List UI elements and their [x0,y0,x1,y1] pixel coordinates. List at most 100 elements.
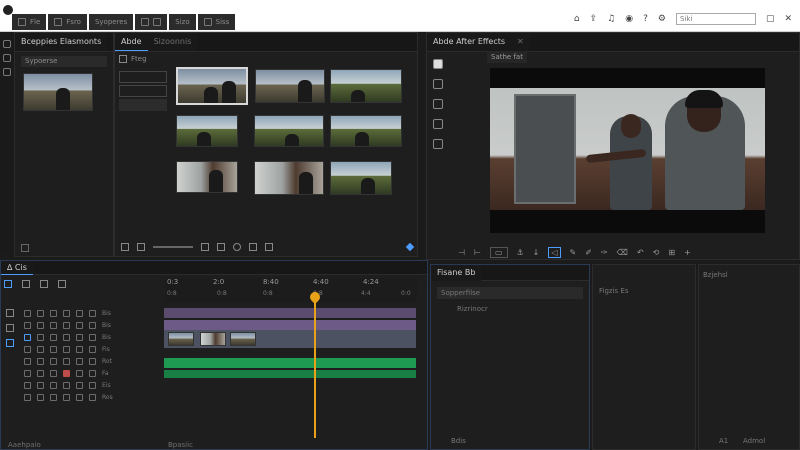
track-row-5[interactable]: Rot [24,356,166,366]
share-icon[interactable]: ⇪ [590,14,598,24]
properties-search[interactable]: Sopperfilse [437,287,583,299]
timeline-bottom-mid[interactable]: Bpasiic [168,441,193,449]
mask-tool-icon[interactable] [433,139,443,149]
marker-add-icon[interactable] [40,280,48,288]
audio-clip-2[interactable] [164,370,416,378]
delete-icon[interactable] [265,243,273,251]
shape-tool-icon[interactable] [433,99,443,109]
wrench-icon[interactable] [58,280,66,288]
bell-icon[interactable]: ♫ [607,14,615,24]
tab-timeline[interactable]: ∆ Cis [1,261,33,275]
track-row-4[interactable]: Fis [24,344,166,354]
lock-icon[interactable] [3,40,11,48]
folder-icon[interactable] [119,55,127,63]
menu-clip[interactable]: Syoperes [88,14,134,30]
settings-icon[interactable]: ⚙ [658,14,666,24]
timeline-ruler[interactable]: 0:3 2:0 8:40 4:40 4:24 0:8 0:8 0:8 0:8 4… [165,278,417,302]
new-item-icon[interactable] [249,243,257,251]
track-row-1[interactable]: Bis [24,308,166,318]
project-search[interactable]: Sypoerse [21,56,107,67]
clip-thumbnail-3[interactable] [330,69,402,103]
mark-out-icon[interactable]: ⊢ [474,248,481,257]
eraser-icon[interactable]: ⌫ [617,248,628,257]
clip-thumbnail-5[interactable] [254,115,324,147]
video-clip-main[interactable] [164,320,416,330]
tab-close-icon[interactable]: ✕ [511,33,530,51]
video-clip-top[interactable] [164,308,416,318]
eye-icon[interactable] [6,309,14,317]
user-icon[interactable]: ◉ [625,14,633,24]
snap-icon[interactable] [4,280,12,288]
track-row-3[interactable]: Bis [24,332,166,342]
search-icon[interactable] [233,243,241,251]
sidebar-item-3[interactable] [119,99,167,111]
clip-thumbnail-4[interactable] [176,115,238,147]
menu-file[interactable]: Fle [12,14,47,30]
track-row-8[interactable]: Ros [24,392,166,402]
track-row-7[interactable]: Eis [24,380,166,390]
menu-help[interactable]: Siss [197,14,236,30]
tab-project-elements[interactable]: Bceppies Elasmonts [15,33,108,51]
zoom-display[interactable]: ▭ [489,246,508,258]
window-max-button[interactable]: ▢ [766,14,775,24]
lock-track-icon[interactable] [6,339,14,347]
clip-frame-1 [168,332,194,346]
refresh-icon[interactable] [3,54,11,62]
clip-thumbnail-8[interactable] [254,161,324,195]
grid-icon-2[interactable]: ⊞ [668,248,675,257]
list-icon[interactable] [3,68,11,76]
property-item[interactable]: Rizrinocr [437,303,583,315]
title-bar: Fle Fsro Syoperes Sizo Siss ⌂ ⇪ ♫ ◉ ? ⚙ … [0,0,800,32]
panel-menu-icon[interactable] [21,244,29,252]
clip-thumbnail-9[interactable] [330,161,392,195]
list-view-icon[interactable] [121,243,129,251]
play-button[interactable]: ◁ [548,246,561,258]
clip-thumbnail-1[interactable] [176,67,248,105]
brush-icon[interactable]: ✐ [585,248,592,257]
clip-thumbnail-2[interactable] [255,69,325,103]
home-icon[interactable]: ⌂ [574,14,580,24]
undo-icon[interactable]: ↶ [637,248,644,257]
menu-sequence[interactable] [135,14,168,30]
linked-icon[interactable] [22,280,30,288]
pen-tool-icon[interactable] [433,79,443,89]
marker-icon[interactable]: ✑ [601,248,608,257]
anchor-icon[interactable]: ⚓ [517,248,524,257]
audio-clip-1[interactable] [164,358,416,368]
sidebar-item-2[interactable] [119,85,167,97]
more-icon[interactable]: + [684,248,691,257]
mark-in-icon[interactable]: ⊣ [458,248,465,257]
help-icon[interactable]: ? [643,14,648,24]
tab-media[interactable]: Abde [115,33,148,51]
text-tool-icon[interactable] [433,119,443,129]
clip-thumbnail-6[interactable] [330,115,402,147]
tab-properties[interactable]: Fisane Bb [431,265,482,281]
track-row-6[interactable]: Fa [24,368,166,378]
audio-footer-right[interactable]: Admol [743,435,765,447]
menu-edit[interactable]: Fsro [48,14,87,30]
sort-icon[interactable] [201,243,209,251]
playhead[interactable] [314,292,316,438]
video-viewer[interactable] [490,68,765,233]
track-row-2[interactable]: Bis [24,320,166,330]
step-back-icon[interactable]: ↓ [533,248,540,257]
video-clip-thumbs[interactable] [164,330,416,348]
settings-small-icon[interactable] [405,242,415,252]
zoom-slider[interactable] [153,246,193,248]
tab-sizoonnis[interactable]: Sizoonnis [147,33,198,51]
search-input[interactable]: Siki [675,13,756,25]
sidebar-item-1[interactable] [119,71,167,83]
project-thumbnail[interactable] [23,73,93,111]
grid-view-icon[interactable] [137,243,145,251]
selection-tool-icon[interactable] [433,59,443,69]
title-bar-controls: ⌂ ⇪ ♫ ◉ ? ⚙ Siki ▢ ✕ [574,12,792,26]
window-close-button[interactable]: ✕ [784,14,792,24]
clip-thumbnail-7[interactable] [176,161,238,193]
menu-window[interactable]: Sizo [169,14,196,30]
tab-after-effects[interactable]: Abde After Effects [427,33,512,51]
subtab-row[interactable]: Sathe fat [487,51,527,63]
new-bin-icon[interactable] [217,243,225,251]
pen-icon[interactable]: ✎ [570,248,577,257]
loop-icon[interactable]: ⟲ [653,248,660,257]
speaker-icon[interactable] [6,324,14,332]
